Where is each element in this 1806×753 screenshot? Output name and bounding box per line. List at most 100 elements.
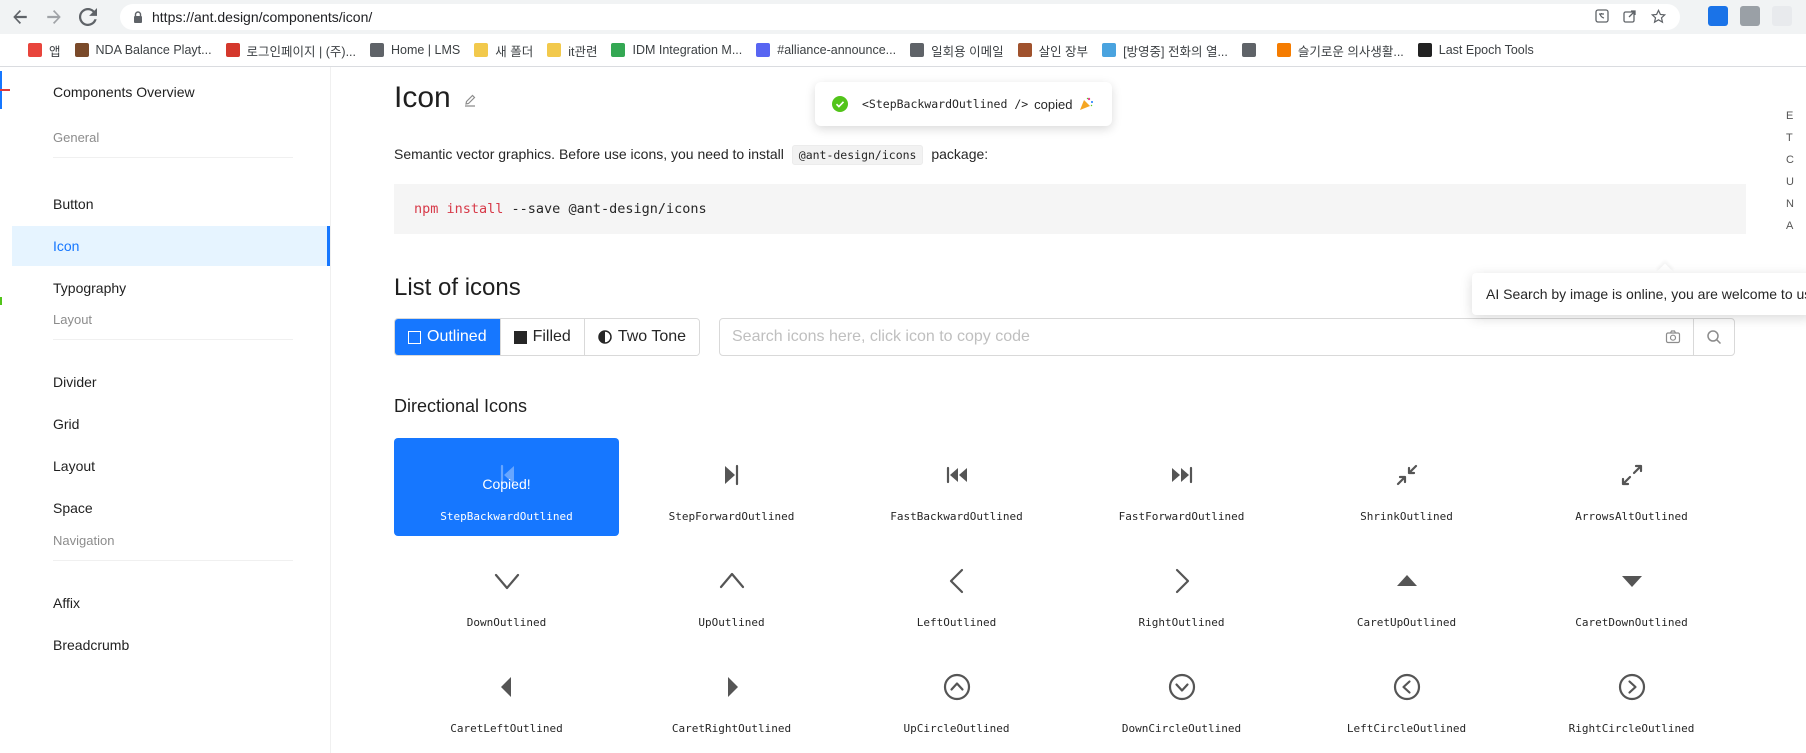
icon-card-down-circle[interactable]: DownCircleOutlined (1069, 650, 1294, 748)
icon-search-box[interactable]: Search icons here, click icon to copy co… (719, 318, 1735, 356)
lock-icon (134, 11, 142, 23)
down-icon (394, 567, 619, 595)
bookmark-favicon-icon (474, 43, 489, 57)
translate-icon[interactable] (1594, 8, 1610, 24)
bookmark-item[interactable]: it관련 (547, 41, 597, 60)
bookmark-item[interactable]: Last Epoch Tools (1417, 43, 1534, 57)
star-icon[interactable] (1650, 8, 1666, 24)
download-extension-icon[interactable] (1708, 6, 1728, 26)
theme-segmented-control: Outlined Filled Two Tone (394, 318, 701, 356)
icon-card-down[interactable]: DownOutlined (394, 544, 619, 642)
icon-card-left[interactable]: LeftOutlined (844, 544, 1069, 642)
fast-forward-icon (1069, 461, 1294, 489)
directional-icons-title: Directional Icons (394, 396, 528, 416)
sidebar-item-typography[interactable]: Typography (12, 268, 330, 308)
bookmark-item[interactable]: 새 폴더 (474, 41, 533, 60)
toc-item[interactable]: E (1786, 110, 1806, 132)
camera-icon[interactable] (1653, 319, 1693, 355)
icon-name-label: DownOutlined (466, 616, 547, 629)
icon-name-label: FastBackwardOutlined (890, 510, 1023, 523)
share-icon[interactable] (1622, 8, 1638, 24)
icon-card-arrows-alt[interactable]: ArrowsAltOutlined (1519, 438, 1744, 536)
bookmark-favicon-icon (910, 43, 925, 57)
bookmark-item[interactable]: #alliance-announce... (756, 43, 896, 57)
icon-card-fast-backward[interactable]: FastBackwardOutlined (844, 438, 1069, 536)
icon-card-left-circle[interactable]: LeftCircleOutlined (1294, 650, 1519, 748)
description-text-after: package: (931, 146, 989, 162)
bookmark-item[interactable]: 살인 장부 (1017, 41, 1089, 60)
icon-card-caret-down[interactable]: CaretDownOutlined (1519, 544, 1744, 642)
theme-tab-filled[interactable]: Filled (499, 319, 584, 355)
edit-icon[interactable] (462, 93, 478, 109)
bookmark-label: NDA Balance Playt... (95, 43, 212, 57)
toc-item[interactable]: A (1786, 220, 1806, 242)
icon-name-label: StepBackwardOutlined (440, 510, 573, 523)
sidebar-item-space[interactable]: Space (12, 488, 330, 528)
code-keyword: npm install (414, 201, 504, 217)
reload-icon[interactable] (74, 3, 102, 31)
sidebar-item-button[interactable]: Button (12, 184, 330, 224)
sidebar-item-divider[interactable]: Divider (12, 362, 330, 402)
search-input[interactable]: Search icons here, click icon to copy co… (732, 328, 1653, 346)
bookmark-label: IDM Integration M... (632, 43, 743, 57)
icon-card-right[interactable]: RightOutlined (1069, 544, 1294, 642)
bookmark-favicon-icon (225, 43, 240, 57)
icon-name-label: DownCircleOutlined (1121, 722, 1242, 735)
icon-card-shrink[interactable]: ShrinkOutlined (1294, 438, 1519, 536)
icon-card-caret-left[interactable]: CaretLeftOutlined (394, 650, 619, 748)
icon-card-fast-forward[interactable]: FastForwardOutlined (1069, 438, 1294, 536)
down-circle-icon (1069, 673, 1294, 701)
bookmark-item[interactable] (1241, 43, 1263, 57)
theme-tab-two-tone[interactable]: Two Tone (583, 319, 700, 355)
browser-toolbar: https://ant.design/components/icon/ (0, 0, 1806, 34)
toc-item[interactable]: T (1786, 132, 1806, 154)
address-bar[interactable]: https://ant.design/components/icon/ (120, 4, 1680, 30)
bookmark-label: 슬기로운 의사생활... (1297, 44, 1404, 59)
search-button[interactable] (1693, 319, 1734, 355)
icon-card-up-circle[interactable]: UpCircleOutlined (844, 650, 1069, 748)
bookmark-item[interactable]: 슬기로운 의사생활... (1276, 41, 1404, 60)
profile-extension-icon[interactable] (1740, 6, 1760, 26)
theme-tab-label: Two Tone (617, 328, 687, 345)
toc-item[interactable]: C (1786, 154, 1806, 176)
sidebar-item-breadcrumb[interactable]: Breadcrumb (12, 625, 330, 665)
bookmark-label: 앱 (49, 44, 61, 59)
icon-card-step-backward[interactable]: Copied! StepBackwardOutlined (394, 438, 619, 536)
toc-item[interactable]: N (1786, 198, 1806, 220)
sidebar-item-icon[interactable]: Icon (12, 226, 330, 266)
sidebar-item-grid[interactable]: Grid (12, 404, 330, 444)
bookmark-item[interactable]: 로그인페이지 | (주)... (225, 41, 356, 60)
page-title: Icon (394, 81, 451, 114)
bookmark-label: #alliance-announce... (777, 43, 897, 57)
icon-name-label: CaretLeftOutlined (450, 722, 563, 735)
success-check-icon (832, 96, 848, 112)
bookmark-item[interactable]: 일회용 이메일 (910, 41, 1004, 60)
description-package-code: @ant-design/icons (791, 145, 924, 165)
party-popper-icon (1080, 97, 1094, 110)
icon-name-label: CaretDownOutlined (1575, 616, 1688, 629)
bookmark-item[interactable]: 앱 (28, 41, 61, 60)
back-icon[interactable] (6, 3, 34, 31)
bookmark-favicon-icon (1102, 43, 1117, 57)
sidebar-item-components-overview[interactable]: Components Overview (12, 72, 330, 112)
sidebar-item-affix[interactable]: Affix (12, 583, 330, 623)
account-icon[interactable] (1772, 6, 1792, 26)
icon-card-step-forward[interactable]: StepForwardOutlined (619, 438, 844, 536)
sidebar: Components Overview General Button Icon Typo… (0, 67, 331, 753)
theme-tab-outlined[interactable]: Outlined (395, 319, 500, 355)
bookmark-item[interactable]: IDM Integration M... (611, 43, 742, 57)
toc-item[interactable]: U (1786, 176, 1806, 198)
sidebar-item-layout[interactable]: Layout (12, 446, 330, 486)
icon-card-right-circle[interactable]: RightCircleOutlined (1519, 650, 1744, 748)
icon-card-caret-up[interactable]: CaretUpOutlined (1294, 544, 1519, 642)
icon-name-label: CaretUpOutlined (1356, 616, 1457, 629)
bookmark-item[interactable]: [방영중] 전화의 열... (1102, 41, 1228, 60)
bookmark-item[interactable]: Home | LMS (369, 43, 460, 57)
bookmark-label: 살인 장부 (1038, 44, 1089, 59)
icon-card-caret-right[interactable]: CaretRightOutlined (619, 650, 844, 748)
bookmark-item[interactable]: NDA Balance Playt... (74, 43, 212, 57)
icon-card-up[interactable]: UpOutlined (619, 544, 844, 642)
icon-name-label: RightCircleOutlined (1568, 722, 1695, 735)
icon-name-label: LeftCircleOutlined (1346, 722, 1467, 735)
forward-icon[interactable] (40, 3, 68, 31)
